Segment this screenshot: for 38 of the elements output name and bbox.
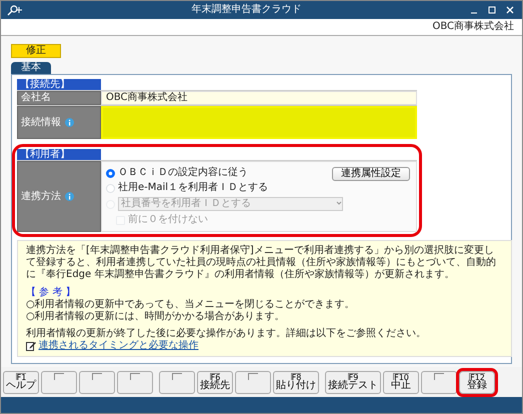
info-icon[interactable] (65, 118, 74, 127)
close-icon[interactable] (506, 6, 514, 14)
note-paragraph: 連携方法を「[年末調整申告書クラウド利用者保守]メニューで利用者連携する」から別の選択肢に変更して登録すると、利用者連携していた社員の現時点の社員情報（住所や家族情報等）にもとづいて、自動的に『奉行Edge 年末調整申告書クラウド』の利用者情報（住所や家族情報等）が更新されます。 (26, 245, 497, 281)
function-key[interactable] (235, 370, 271, 394)
function-key[interactable] (79, 370, 115, 394)
function-key[interactable] (41, 370, 77, 394)
tab[interactable]: 基本 (11, 62, 51, 74)
settings-button[interactable]: 連携属性設定 (332, 167, 410, 181)
value-cell: OBC商事株式会社 (101, 91, 417, 105)
function-key[interactable]: F10 中止 (383, 370, 419, 394)
field-label: 接続情報 (21, 116, 61, 128)
help-link[interactable]: 連携されるタイミングと必要な操作 (38, 340, 198, 352)
field-label: 連携方法 (21, 190, 61, 202)
option-label: ＯＢＣｉＤの設定内容に従う (118, 167, 248, 179)
section-heading: 【接続先】 (17, 79, 101, 90)
function-key[interactable]: F8 貼り付け (273, 370, 319, 394)
company-name: OBC商事株式会社 (432, 21, 514, 33)
function-key[interactable] (421, 370, 457, 394)
note-paragraph: 利用者情報の更新が終了した後に必要な操作があります。詳細は以下をご参照ください。 (26, 328, 427, 340)
reference-heading: 【 参 考 】 (26, 287, 77, 298)
function-key[interactable] (117, 370, 153, 394)
field-label: 会社名 (17, 91, 101, 105)
maximize-icon[interactable] (488, 6, 496, 14)
reference-item: ○利用者情報の更新中であっても、当メニューを閉じることができます。 (26, 299, 356, 310)
radio-button[interactable] (106, 168, 115, 178)
edit-icon (26, 341, 36, 351)
section-heading: 【利用者】 (17, 149, 101, 160)
search-add-icon[interactable] (7, 4, 23, 16)
function-key[interactable] (159, 370, 195, 394)
reference-item: ○利用者情報の更新には、時間がかかる場合があります。 (26, 311, 286, 323)
option-label: 社用e-Mail１を利用者ＩＤとする (118, 182, 268, 194)
mode-badge: 修正 (11, 44, 61, 58)
function-key[interactable]: F6 接続先 (197, 370, 233, 394)
function-key[interactable]: F1 ヘルプ (3, 370, 39, 394)
info-icon[interactable] (65, 192, 74, 201)
checkbox-label: 前に０を付けない (128, 214, 208, 226)
function-key[interactable]: F9 接続テスト (325, 370, 381, 394)
window-title: 年末調整申告書クラウド (190, 4, 302, 16)
